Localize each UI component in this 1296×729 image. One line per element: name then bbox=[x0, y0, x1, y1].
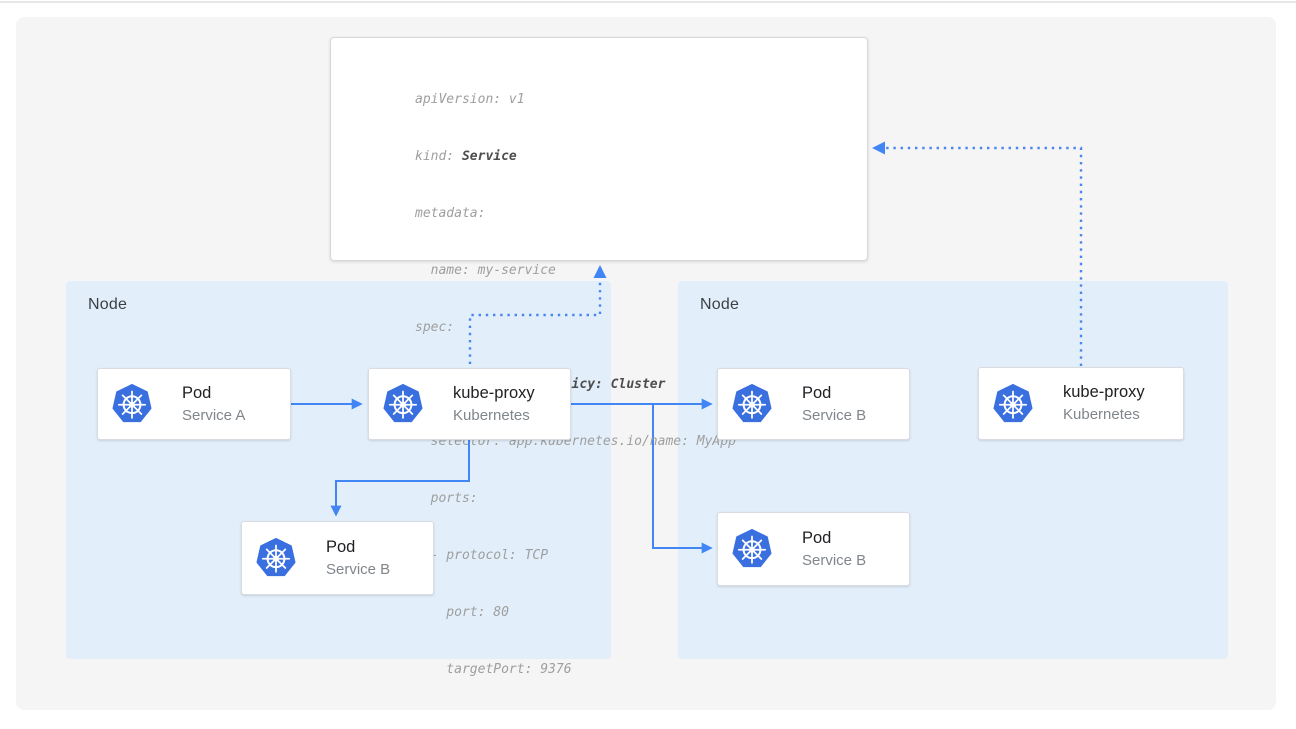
card-kube-proxy-left: kube-proxy Kubernetes bbox=[368, 368, 571, 440]
kubernetes-icon bbox=[731, 383, 773, 425]
kubernetes-icon bbox=[992, 383, 1034, 425]
card-subtitle: Service A bbox=[182, 406, 245, 426]
card-pod-service-a: Pod Service A bbox=[97, 368, 291, 440]
kubernetes-icon bbox=[255, 537, 297, 579]
card-kube-proxy-right: kube-proxy Kubernetes bbox=[978, 367, 1184, 440]
kubernetes-icon bbox=[382, 383, 424, 425]
card-subtitle: Kubernetes bbox=[1063, 405, 1145, 425]
kubernetes-traffic-policy-diagram: Node Node apiVersion: v1 kind: Service m… bbox=[0, 0, 1296, 729]
page-top-divider bbox=[0, 1, 1296, 3]
yaml-line: metadata: bbox=[415, 204, 867, 223]
card-title: Pod bbox=[182, 383, 245, 404]
yaml-line: port: 80 bbox=[415, 603, 867, 622]
yaml-line: ports: bbox=[415, 489, 867, 508]
card-subtitle: Service B bbox=[802, 406, 866, 426]
yaml-line: apiVersion: v1 bbox=[415, 90, 867, 109]
card-subtitle: Service B bbox=[802, 551, 866, 571]
card-pod-service-b-right-top: Pod Service B bbox=[717, 368, 910, 440]
card-title: Pod bbox=[802, 528, 866, 549]
card-title: Pod bbox=[326, 537, 390, 558]
card-pod-service-b-right-bottom: Pod Service B bbox=[717, 512, 910, 586]
card-subtitle: Service B bbox=[326, 560, 390, 580]
card-title: kube-proxy bbox=[1063, 382, 1145, 403]
card-title: kube-proxy bbox=[453, 383, 535, 404]
yaml-line: name: my-service bbox=[415, 261, 867, 280]
card-subtitle: Kubernetes bbox=[453, 406, 535, 426]
kubernetes-icon bbox=[731, 528, 773, 570]
yaml-line: kind: Service bbox=[415, 147, 867, 166]
card-pod-service-b-left-bottom: Pod Service B bbox=[241, 521, 434, 595]
yaml-line: targetPort: 9376 bbox=[415, 660, 867, 679]
node-label: Node bbox=[88, 296, 127, 314]
service-yaml-panel: apiVersion: v1 kind: Service metadata: n… bbox=[330, 37, 868, 261]
yaml-line: spec: bbox=[415, 318, 867, 337]
kubernetes-icon bbox=[111, 383, 153, 425]
card-title: Pod bbox=[802, 383, 866, 404]
